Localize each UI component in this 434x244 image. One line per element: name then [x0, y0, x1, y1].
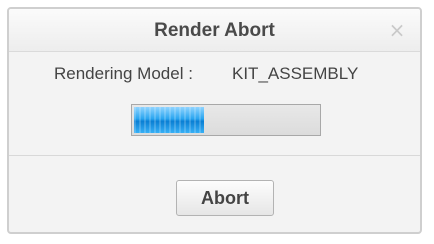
dialog-titlebar: Render Abort ×	[9, 9, 420, 52]
rendering-model-name: KIT_ASSEMBLY	[232, 64, 359, 83]
render-abort-dialog: Render Abort × Rendering Model : KIT_ASS…	[7, 7, 422, 234]
dialog-divider	[9, 155, 420, 156]
rendering-model-label: Rendering Model :	[54, 64, 193, 83]
render-progress-fill	[134, 107, 204, 133]
dialog-title: Render Abort	[154, 20, 275, 41]
abort-button[interactable]: Abort	[176, 180, 274, 216]
model-row: Rendering Model : KIT_ASSEMBLY	[9, 64, 420, 88]
render-progress-bar	[131, 104, 321, 136]
close-icon[interactable]: ×	[386, 19, 408, 41]
